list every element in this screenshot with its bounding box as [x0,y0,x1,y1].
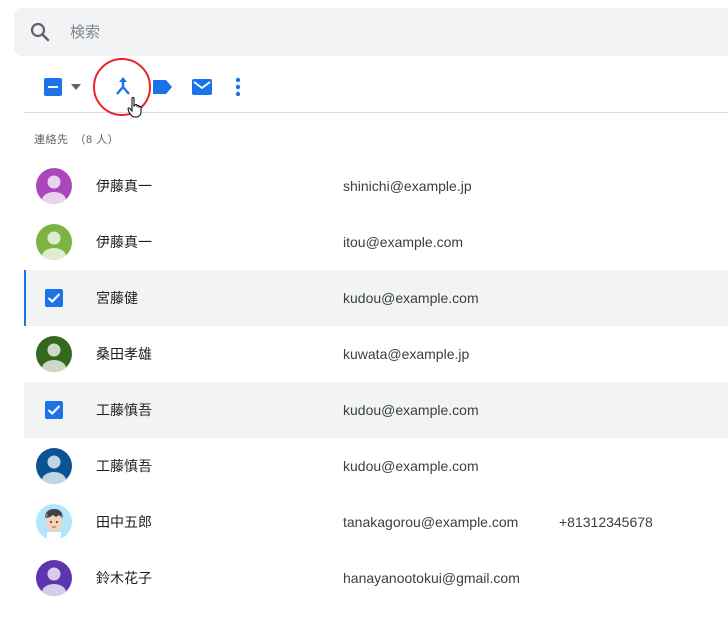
merge-icon [116,77,130,95]
more-button[interactable] [232,76,244,98]
contact-checkbox[interactable] [45,401,63,419]
section-label: 連絡先 [34,134,69,146]
search-input[interactable] [70,23,670,41]
contact-name: 工藤慎吾 [96,458,152,474]
contact-row[interactable]: 宮藤健 kudou@example.com [24,270,728,326]
select-dropdown-button[interactable] [68,80,84,94]
contact-email: hanayanootokui@gmail.com [343,570,520,586]
contact-email: kudou@example.com [343,458,479,474]
more-vert-icon [235,77,241,97]
contact-name: 伊藤真一 [96,178,152,194]
avatar [36,504,72,540]
contact-email: kudou@example.com [343,290,479,306]
search-icon[interactable] [28,20,52,44]
avatar [36,448,72,484]
contact-row[interactable]: 伊藤真一 itou@example.com [24,214,728,270]
contact-name: 田中五郎 [96,514,152,530]
checkbox-indeterminate-icon [48,86,58,88]
contact-name: 伊藤真一 [96,234,152,250]
contact-email: kudou@example.com [343,402,479,418]
contact-count: （8 人） [74,134,120,146]
label-icon [153,80,172,94]
contact-row[interactable]: 工藤慎吾 kudou@example.com [24,382,728,438]
contact-row[interactable]: 田中五郎 tanakagorou@example.com +8131234567… [24,494,728,550]
contact-checkbox[interactable] [45,289,63,307]
contact-row[interactable]: 伊藤真一 shinichi@example.jp [24,158,728,214]
contact-email: shinichi@example.jp [343,178,472,194]
hand-cursor-icon [127,97,142,118]
contact-row[interactable]: 工藤慎吾 kudou@example.com [24,438,728,494]
contact-row[interactable]: 桑田孝雄 kuwata@example.jp [24,326,728,382]
contact-email: itou@example.com [343,234,464,250]
avatar [36,560,72,596]
contact-row[interactable]: 鈴木花子 hanayanootokui@gmail.com [24,550,728,606]
contact-name: 宮藤健 [96,290,138,306]
contact-email: tanakagorou@example.com [343,514,519,530]
search-bar [14,8,728,56]
avatar [36,336,72,372]
contact-phone: +81312345678 [559,514,653,530]
check-icon [47,293,61,304]
check-icon [47,405,61,416]
label-button[interactable] [150,76,174,98]
select-all-checkbox[interactable] [44,78,62,96]
contact-name: 工藤慎吾 [96,402,152,418]
avatar [36,224,72,260]
mail-icon [192,79,212,95]
contact-email: kuwata@example.jp [343,346,470,362]
contact-list: 伊藤真一 shinichi@example.jp 伊藤真一 itou@examp… [24,158,728,606]
avatar [36,168,72,204]
contact-name: 鈴木花子 [96,570,152,586]
caret-down-icon [71,84,81,90]
section-header: 連絡先 （8 人） [34,131,119,147]
contact-name: 桑田孝雄 [96,346,152,362]
email-button[interactable] [190,76,214,98]
